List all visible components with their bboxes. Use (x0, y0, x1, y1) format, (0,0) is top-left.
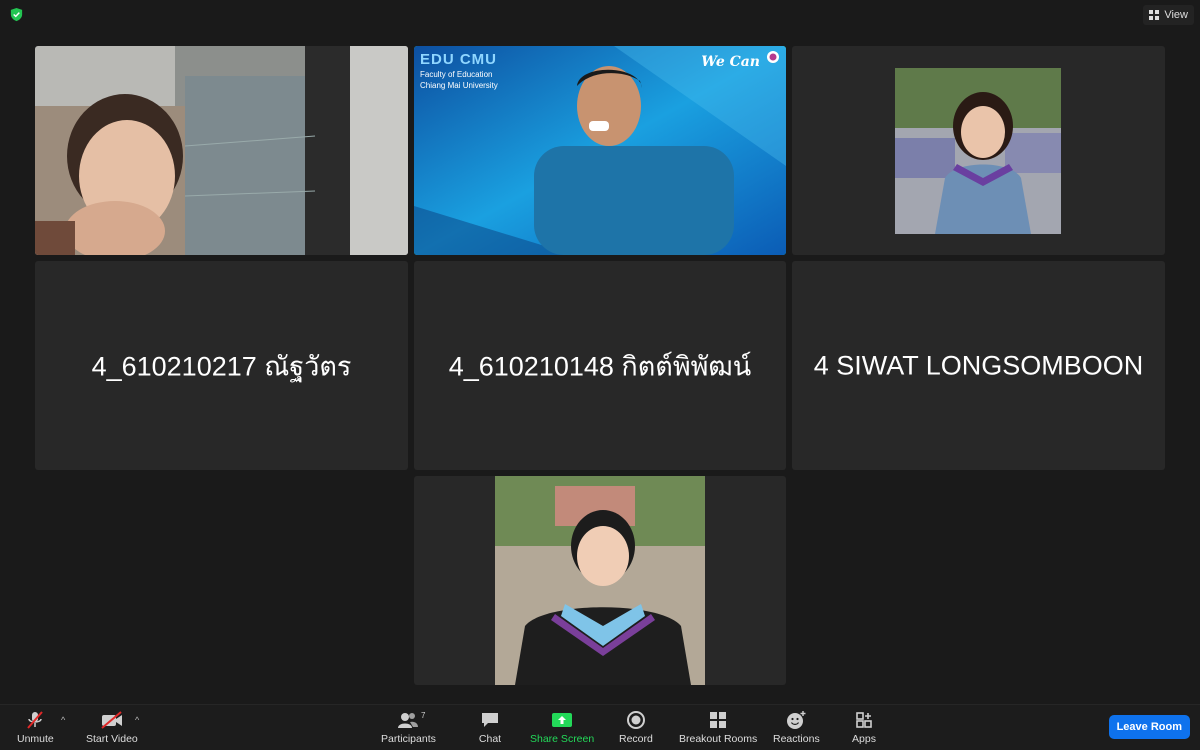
participant-profile-photo (895, 68, 1061, 234)
video-off-icon (101, 711, 122, 729)
video-tile-7[interactable] (414, 476, 786, 685)
grid-icon (1149, 10, 1160, 20)
banner-line-2: Chiang Mai University (420, 81, 498, 90)
record-button[interactable]: Record (619, 709, 653, 745)
share-screen-button[interactable]: Share Screen (530, 709, 594, 745)
video-tile-6[interactable]: 4 SIWAT LONGSOMBOON (792, 261, 1165, 470)
participants-button[interactable]: 7 Participants (381, 709, 436, 745)
participant-name: 4_610210217 ณัฐวัตร (91, 351, 352, 381)
view-label: View (1164, 9, 1188, 21)
share-screen-label: Share Screen (530, 733, 595, 745)
start-video-button[interactable]: Start Video (86, 709, 138, 745)
view-button[interactable]: View (1143, 5, 1194, 25)
chat-label: Chat (478, 733, 502, 745)
video-tile-4[interactable]: 4_610210217 ณัฐวัตร (35, 261, 408, 470)
participant-video (35, 46, 408, 255)
record-icon (626, 711, 645, 729)
participants-label: Participants (381, 733, 436, 745)
logo-icon (767, 51, 779, 63)
slogan: We Can (701, 54, 760, 70)
shield-check-icon[interactable] (9, 7, 24, 22)
chat-icon (482, 713, 498, 727)
edu-cmu-banner: EDU CMU Faculty of Education Chiang Mai … (420, 51, 498, 90)
apps-button[interactable]: Apps (851, 709, 877, 745)
banner-title: EDU CMU (420, 51, 497, 68)
banner-line-1: Faculty of Education (420, 70, 493, 79)
reactions-icon (787, 711, 806, 729)
audio-options-caret[interactable]: ^ (61, 715, 65, 725)
video-options-caret[interactable]: ^ (135, 715, 139, 725)
video-tile-5[interactable]: 4_610210148 กิตต์พิพัฒน์ (414, 261, 786, 470)
leave-room-button[interactable]: Leave Room (1108, 715, 1190, 739)
breakout-rooms-label: Breakout Rooms (679, 733, 758, 745)
participants-count: 7 (420, 711, 426, 720)
unmute-button[interactable]: Unmute (17, 709, 54, 745)
apps-label: Apps (852, 733, 876, 745)
record-label: Record (619, 733, 653, 745)
breakout-rooms-button[interactable]: Breakout Rooms (679, 709, 757, 745)
video-tile-3[interactable] (792, 46, 1165, 255)
video-tile-1[interactable] (35, 46, 408, 255)
video-tile-2[interactable]: EDU CMU Faculty of Education Chiang Mai … (414, 46, 786, 255)
breakout-rooms-icon (710, 712, 727, 728)
unmute-label: Unmute (17, 733, 54, 745)
share-screen-icon (552, 713, 573, 727)
apps-icon (856, 712, 872, 728)
participant-name: 4_610210148 กิตต์พิพัฒน์ (448, 351, 752, 381)
top-bar: View (0, 0, 1200, 30)
mic-muted-icon (27, 711, 44, 729)
reactions-label: Reactions (773, 733, 820, 745)
participant-profile-photo (495, 476, 705, 685)
participants-icon (398, 713, 419, 728)
participant-name: 4 SIWAT LONGSOMBOON (813, 350, 1144, 380)
reactions-button[interactable]: Reactions (773, 709, 820, 745)
meeting-toolbar: Unmute ^ Start Video ^ 7 Participants Ch… (0, 704, 1200, 750)
start-video-label: Start Video (86, 733, 138, 745)
chat-button[interactable]: Chat (477, 709, 503, 745)
